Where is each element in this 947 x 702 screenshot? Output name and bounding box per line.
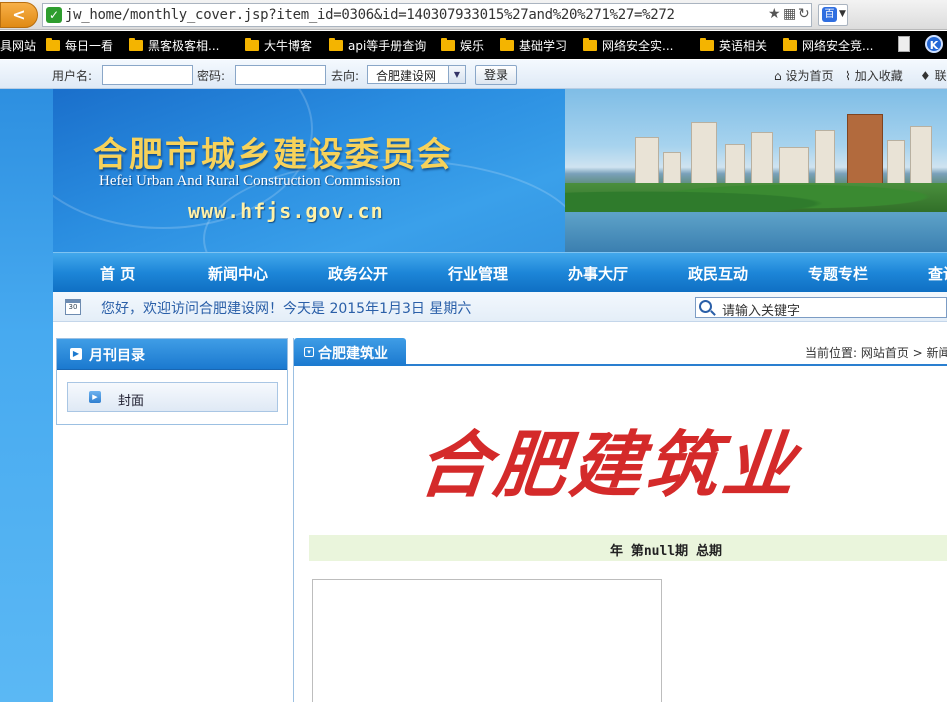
- bookmark-star-icon[interactable]: ★: [768, 6, 781, 22]
- reload-icon[interactable]: ↻: [798, 6, 810, 22]
- site-url: www.hfjs.gov.cn: [188, 199, 384, 223]
- tab-hefei-construction[interactable]: ▾ 合肥建筑业: [294, 338, 406, 366]
- baidu-paw-icon: 百: [822, 7, 837, 22]
- main-nav: 首 页 新闻中心 政务公开 行业管理 办事大厅 政民互动 专题专栏 查询: [53, 252, 947, 292]
- left-background: [0, 89, 53, 702]
- collapse-icon: ▾: [304, 347, 314, 357]
- play-icon: ▶: [70, 348, 82, 360]
- password-input[interactable]: [235, 65, 326, 85]
- folder-icon: [583, 38, 597, 51]
- document-icon[interactable]: [898, 36, 910, 52]
- magazine-title-calligraphy: 合肥建筑业: [413, 422, 803, 507]
- nav-item-industry[interactable]: 行业管理: [448, 263, 508, 284]
- goto-select[interactable]: 合肥建设网 ▼: [367, 65, 466, 84]
- url-text: jw_home/monthly_cover.jsp?item_id=0306&i…: [65, 7, 675, 23]
- main-panel: ▾ 合肥建筑业 当前位置: 网站首页 > 新闻 合肥建筑业 年 第null期 总…: [293, 338, 947, 702]
- cover-image-frame: [312, 579, 662, 702]
- username-label: 用户名:: [52, 69, 93, 83]
- breadcrumb: 当前位置: 网站首页 > 新闻: [805, 346, 947, 360]
- set-home-link[interactable]: ⌂ 设为首页: [774, 67, 833, 84]
- nav-item-service-hall[interactable]: 办事大厅: [568, 263, 628, 284]
- folder-icon: [129, 38, 143, 51]
- bookmark-folder[interactable]: 网络安全实...: [583, 37, 673, 54]
- issue-info: 年 第null期 总期: [610, 544, 722, 559]
- bookmark-icon: ⌇: [845, 69, 851, 83]
- search-engine-selector[interactable]: 百 ▼: [818, 4, 848, 26]
- nav-item-query[interactable]: 查询: [928, 263, 947, 284]
- back-button[interactable]: <: [0, 2, 38, 28]
- home-icon: ⌂: [774, 69, 782, 83]
- password-label: 密码:: [197, 69, 226, 83]
- back-arrow-icon: <: [12, 5, 26, 24]
- calendar-icon: 30: [65, 299, 81, 315]
- nav-item-news[interactable]: 新闻中心: [208, 263, 268, 284]
- lake: [565, 212, 947, 252]
- folder-icon: [441, 38, 455, 51]
- chevron-down-icon: ▼: [839, 9, 846, 19]
- page: < ✓ jw_home/monthly_cover.jsp?item_id=03…: [0, 0, 947, 702]
- goto-select-value: 合肥建设网: [376, 69, 437, 83]
- sidebar-header: ▶ 月刊目录: [57, 339, 287, 370]
- qr-code-icon[interactable]: ▦: [783, 6, 796, 22]
- bookmark-item[interactable]: 具网站: [0, 37, 36, 54]
- panel-tab-row: ▾ 合肥建筑业 当前位置: 网站首页 > 新闻: [294, 338, 947, 366]
- nav-item-home[interactable]: 首 页: [100, 263, 135, 284]
- city-skyline-image: [565, 89, 947, 252]
- nav-item-gov-affairs[interactable]: 政务公开: [328, 263, 388, 284]
- bookmark-folder[interactable]: 基础学习: [500, 37, 567, 54]
- nav-item-topics[interactable]: 专题专栏: [808, 263, 868, 284]
- url-field[interactable]: ✓ jw_home/monthly_cover.jsp?item_id=0306…: [42, 3, 812, 27]
- bookmark-folder[interactable]: 每日一看: [46, 37, 113, 54]
- login-button[interactable]: 登录: [475, 65, 517, 85]
- building: [847, 114, 883, 192]
- search-icon: [699, 300, 712, 313]
- sidebar-item-cover[interactable]: ▶ 封面: [67, 382, 278, 412]
- search-placeholder: 请输入关键字: [722, 304, 801, 319]
- folder-icon: [329, 38, 343, 51]
- bookmark-folder[interactable]: 黑客极客相...: [129, 37, 219, 54]
- site-banner: 合肥市城乡建设委员会 Hefei Urban And Rural Constru…: [53, 89, 947, 252]
- welcome-text: 您好，欢迎访问合肥建设网！今天是 2015年1月3日 星期六: [101, 301, 472, 317]
- sidebar-title: 月刊目录: [89, 348, 145, 364]
- tab-label: 合肥建筑业: [318, 346, 388, 362]
- contact-link[interactable]: ♦ 联系: [920, 67, 947, 84]
- browser-address-bar: < ✓ jw_home/monthly_cover.jsp?item_id=03…: [0, 0, 947, 30]
- add-favorite-link[interactable]: ⌇ 加入收藏: [845, 67, 903, 84]
- play-icon: ▶: [89, 391, 101, 403]
- bookmark-folder[interactable]: 娱乐: [441, 37, 484, 54]
- secure-check-icon: ✓: [46, 7, 62, 23]
- sidebar: ▶ 月刊目录 ▶ 封面: [56, 338, 288, 425]
- folder-icon: [700, 38, 714, 51]
- login-bar: 用户名: 密码: 去向: 合肥建设网 ▼ 登录 ⌂ 设为首页 ⌇ 加入收藏 ♦ …: [0, 60, 947, 89]
- folder-icon: [46, 38, 60, 51]
- sidebar-item-label: 封面: [118, 394, 145, 409]
- folder-icon: [245, 38, 259, 51]
- bookmark-folder[interactable]: 英语相关: [700, 37, 767, 54]
- folder-icon: [783, 38, 797, 51]
- contact-icon: ♦: [920, 69, 931, 83]
- nav-item-interaction[interactable]: 政民互动: [688, 263, 748, 284]
- bookmark-folder[interactable]: 大牛博客: [245, 37, 312, 54]
- bookmark-folder[interactable]: 网络安全竞...: [783, 37, 873, 54]
- building: [691, 122, 717, 192]
- site-subtitle: Hefei Urban And Rural Construction Commi…: [99, 173, 401, 189]
- search-input[interactable]: 请输入关键字: [695, 297, 947, 319]
- site-title: 合肥市城乡建设委员会: [93, 135, 453, 175]
- date-bar: 30 您好，欢迎访问合肥建设网！今天是 2015年1月3日 星期六 请输入关键字: [53, 292, 947, 322]
- bookmarks-bar: 具网站 每日一看 黑客极客相... 大牛博客 api等手册查询 娱乐 基础学习 …: [0, 31, 947, 59]
- folder-icon: [500, 38, 514, 51]
- username-input[interactable]: [102, 65, 193, 85]
- k-extension-icon[interactable]: K: [925, 35, 943, 53]
- issue-info-bar: 年 第null期 总期: [309, 535, 947, 561]
- chevron-down-icon: ▼: [448, 66, 465, 83]
- goto-label: 去向:: [331, 69, 360, 83]
- bookmark-folder[interactable]: api等手册查询: [329, 37, 426, 54]
